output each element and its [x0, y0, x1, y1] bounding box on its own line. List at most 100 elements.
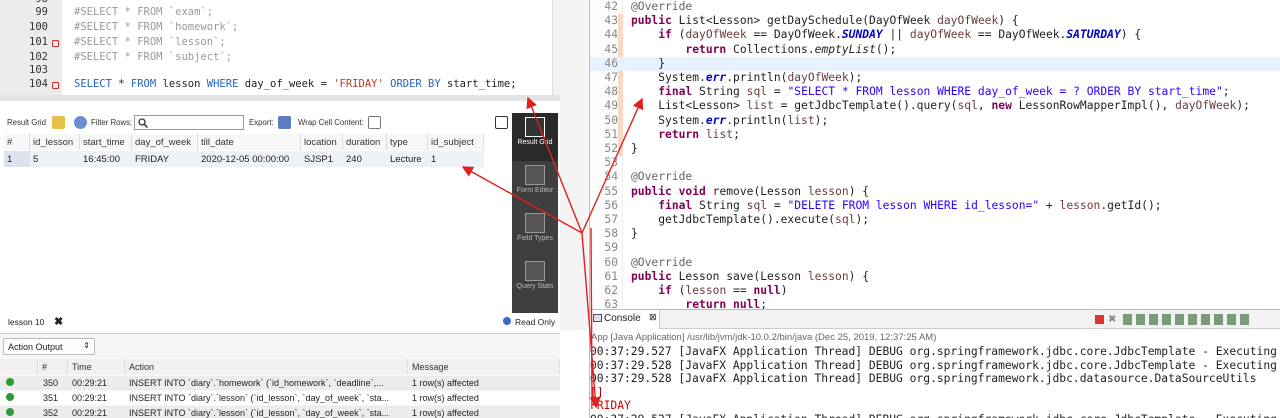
- line-number: 56: [604, 198, 618, 212]
- bookmark-icon[interactable]: [52, 82, 59, 89]
- action-column-header[interactable]: Time: [68, 359, 125, 374]
- side-panel-field-types[interactable]: Field Types: [512, 209, 558, 257]
- table-cell[interactable]: 2020-12-05 00:00:00: [198, 151, 301, 167]
- table-cell[interactable]: 240: [343, 151, 387, 167]
- field-types-icon: [525, 213, 545, 233]
- line-number: 59: [604, 241, 618, 255]
- code-line[interactable]: 48 final String sql = "SELECT * FROM les…: [590, 85, 1280, 99]
- code-line[interactable]: 44 if (dayOfWeek == DayOfWeek.SUNDAY || …: [590, 28, 1280, 42]
- table-cell[interactable]: 1: [428, 151, 484, 167]
- action-column-header[interactable]: #: [38, 359, 68, 374]
- code-line[interactable]: 53: [590, 156, 1280, 170]
- action-column-header[interactable]: [0, 359, 38, 374]
- code-text: }: [631, 56, 666, 70]
- code-line[interactable]: 62 if (lesson == null): [590, 284, 1280, 298]
- code-text: return list;: [658, 127, 740, 141]
- column-header[interactable]: start_time: [80, 134, 132, 150]
- sql-text: -------------: [74, 0, 169, 5]
- console-icon: [593, 314, 602, 322]
- code-line[interactable]: 58}: [590, 227, 1280, 241]
- sql-text: #SELECT * FROM `exam`;: [74, 6, 214, 18]
- refresh-icon[interactable]: [74, 116, 87, 129]
- side-panel-query-stats[interactable]: Query Stats: [512, 257, 558, 305]
- sql-line[interactable]: 103: [0, 64, 560, 79]
- action-column-header[interactable]: Message: [408, 359, 560, 374]
- tab-console[interactable]: Console ⊠: [590, 310, 660, 329]
- side-panel-form-editor[interactable]: Form Editor: [512, 161, 558, 209]
- sql-line[interactable]: 100 #SELECT * FROM `homework`;: [0, 21, 560, 36]
- code-line[interactable]: 45 return Collections.emptyList();: [590, 43, 1280, 57]
- code-line[interactable]: 50 System.err.println(list);: [590, 114, 1280, 128]
- bookmark-icon[interactable]: [52, 40, 59, 47]
- close-icon[interactable]: ✖: [54, 315, 63, 328]
- column-header[interactable]: day_of_week: [132, 134, 198, 150]
- sql-text: #SELECT * FROM `lesson`;: [74, 36, 226, 48]
- code-line[interactable]: 49 List<Lesson> list = getJdbcTemplate()…: [590, 99, 1280, 113]
- sql-line[interactable]: 99 #SELECT * FROM `exam`;: [0, 6, 560, 21]
- export-icon[interactable]: [278, 116, 291, 129]
- action-time: 00:29:21: [72, 408, 108, 418]
- sql-line[interactable]: 104 SELECT * FROM lesson WHERE day_of_wee…: [0, 78, 560, 93]
- pane-splitter[interactable]: [0, 95, 560, 101]
- code-line[interactable]: 51 return list;: [590, 128, 1280, 142]
- table-cell[interactable]: Lecture: [387, 151, 428, 167]
- column-header[interactable]: #: [4, 134, 30, 150]
- code-line[interactable]: 55 public void remove(Lesson lesson) {: [590, 185, 1280, 199]
- line-number: 45: [604, 42, 618, 56]
- java-editor[interactable]: 42 @Override 43 public List<Lesson> getDayS…: [590, 0, 1280, 311]
- console-line: 00:37:29.528 [JavaFX Application Thread]…: [590, 372, 1257, 385]
- result-footer: lesson 10 ✖ Read Only: [0, 313, 560, 330]
- result-grid-label[interactable]: Result Grid: [7, 118, 46, 127]
- line-number: 101: [29, 36, 48, 48]
- sql-editor[interactable]: 98 ------------- 99 #SELECT * FROM `exam`;…: [0, 0, 560, 95]
- column-header[interactable]: type: [387, 134, 428, 150]
- code-line[interactable]: 60 @Override: [590, 256, 1280, 270]
- table-cell[interactable]: 1: [4, 151, 30, 167]
- close-tab-icon[interactable]: ⊠: [649, 312, 657, 323]
- console-line: 00:37:29.527 [JavaFX Application Thread]…: [590, 345, 1277, 358]
- sql-editor-scrollbar[interactable]: [552, 0, 560, 95]
- code-line[interactable]: 56 final String sql = "DELETE FROM lesso…: [590, 199, 1280, 213]
- line-number: 44: [604, 28, 618, 42]
- toggle-sidebar-icon[interactable]: [495, 116, 508, 129]
- code-line[interactable]: 59: [590, 241, 1280, 255]
- code-line[interactable]: 54 @Override: [590, 170, 1280, 184]
- table-cell[interactable]: FRIDAY: [132, 151, 198, 167]
- code-line[interactable]: 61 public Lesson save(Lesson lesson) {: [590, 270, 1280, 284]
- sql-line[interactable]: 101 #SELECT * FROM `lesson`;: [0, 36, 560, 51]
- terminate-icon[interactable]: [1095, 315, 1104, 324]
- column-header[interactable]: till_date: [198, 134, 301, 150]
- table-cell[interactable]: 5: [30, 151, 80, 167]
- column-header[interactable]: duration: [343, 134, 387, 150]
- action-row[interactable]: 350 00:29:21 INSERT INTO `diary`.`homework…: [0, 376, 560, 390]
- action-row[interactable]: 352 00:29:21 INSERT INTO `diary`.`lesson` …: [0, 406, 560, 418]
- grid-icon[interactable]: [52, 116, 65, 129]
- code-line[interactable]: 47 System.err.println(dayOfWeek);: [590, 71, 1280, 85]
- code-line[interactable]: 43 public List<Lesson> getDaySchedule(Day…: [590, 14, 1280, 28]
- line-number: 54: [604, 170, 618, 184]
- action-n: 350: [43, 378, 59, 388]
- code-line[interactable]: 52}: [590, 142, 1280, 156]
- column-header[interactable]: location: [301, 134, 343, 150]
- table-cell[interactable]: 16:45:00: [80, 151, 132, 167]
- side-panel-result-grid[interactable]: Result Grid: [512, 113, 558, 161]
- action-output-select[interactable]: Action Output ⇕: [3, 338, 95, 355]
- result-tab-label[interactable]: lesson 10: [8, 317, 44, 327]
- wrap-icon[interactable]: [368, 116, 381, 129]
- sql-text: #SELECT * FROM `homework`;: [74, 21, 239, 33]
- line-number: 103: [29, 64, 48, 76]
- code-line[interactable]: 46 }: [590, 57, 1280, 71]
- table-cell[interactable]: SJSP1: [301, 151, 343, 167]
- line-number: 52: [604, 142, 618, 155]
- code-line[interactable]: 57 getJdbcTemplate().execute(sql);: [590, 213, 1280, 227]
- filter-rows-input[interactable]: [134, 115, 244, 130]
- column-header[interactable]: id_subject: [428, 134, 484, 150]
- result-scroll-area[interactable]: [560, 0, 588, 330]
- action-output-select-value: Action Output: [8, 342, 63, 352]
- console-toolbar-icons[interactable]: [1123, 314, 1253, 325]
- action-row[interactable]: 351 00:29:21 INSERT INTO `diary`.`lesson` …: [0, 391, 560, 405]
- column-header[interactable]: id_lesson: [30, 134, 80, 150]
- action-column-header[interactable]: Action: [125, 359, 408, 374]
- remove-launch-icon[interactable]: ✖: [1108, 314, 1116, 325]
- code-line[interactable]: 42 @Override: [590, 0, 1280, 14]
